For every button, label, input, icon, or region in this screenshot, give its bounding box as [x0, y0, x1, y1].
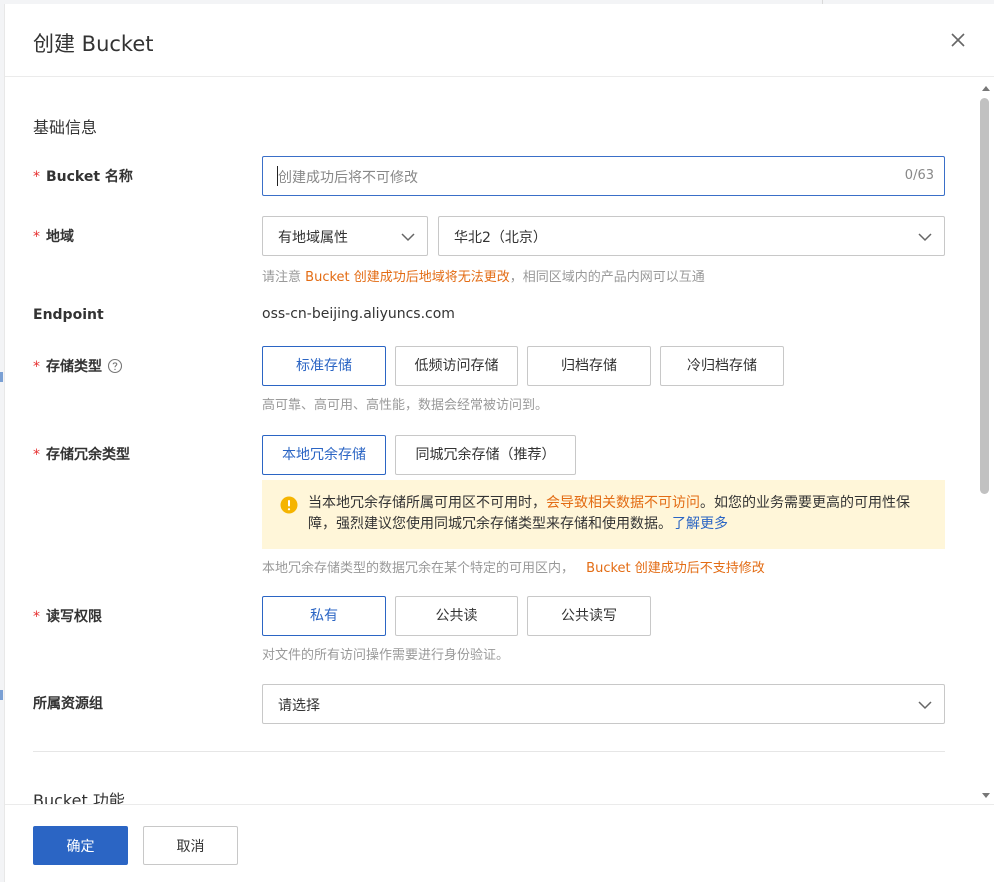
storage-class-option-cold-archive[interactable]: 冷归档存储 [660, 346, 784, 386]
acl-label: * 读写权限 [33, 609, 102, 625]
redundancy-hint: 本地冗余存储类型的数据冗余在某个特定的可用区内， Bucket 创建成功后不支持… [262, 561, 765, 576]
scroll-down-arrow-icon[interactable] [981, 790, 991, 800]
warning-icon [280, 496, 298, 514]
section-title-features: Bucket 功能 [33, 791, 125, 804]
dialog-footer: 确定 取消 [5, 804, 994, 882]
close-icon[interactable] [948, 30, 968, 50]
region-attribute-select[interactable]: 有地域属性 [262, 216, 428, 256]
help-circle-icon[interactable] [107, 358, 123, 374]
bucket-name-counter: 0/63 [904, 168, 934, 183]
dialog-header: 创建 Bucket [5, 4, 994, 77]
redundancy-notice: 当本地冗余存储所属可用区不可用时，会导致相关数据不可访问。如您的业务需要更高的可… [262, 480, 945, 549]
storage-class-option-standard[interactable]: 标准存储 [262, 346, 386, 386]
learn-more-link[interactable]: 了解更多 [672, 516, 728, 532]
resource-group-placeholder: 请选择 [278, 698, 320, 714]
resource-group-select[interactable]: 请选择 [262, 684, 945, 724]
storage-class-hint: 高可靠、高可用、高性能，数据会经常被访问到。 [262, 398, 549, 413]
bucket-name-input[interactable]: 创建成功后将不可修改 0/63 [262, 156, 945, 196]
region-value: 华北2（北京） [454, 230, 547, 246]
section-title-basic: 基础信息 [33, 118, 98, 137]
acl-option-public-read[interactable]: 公共读 [395, 596, 518, 636]
region-select[interactable]: 华北2（北京） [438, 216, 945, 256]
redundancy-option-zrs[interactable]: 同城冗余存储（推荐） [395, 435, 576, 475]
storage-class-option-archive[interactable]: 归档存储 [527, 346, 651, 386]
scrollbar-thumb[interactable] [980, 98, 989, 494]
scroll-up-arrow-icon[interactable] [981, 84, 991, 94]
redundancy-notice-text: 当本地冗余存储所属可用区不可用时，会导致相关数据不可访问。如您的业务需要更高的可… [308, 495, 910, 532]
acl-option-public-read-write[interactable]: 公共读写 [527, 596, 651, 636]
background-page-mark [0, 372, 3, 382]
chevron-down-icon [401, 233, 415, 242]
chevron-down-icon [918, 233, 932, 242]
bucket-name-label: * Bucket 名称 [33, 169, 133, 185]
background-page-mark [0, 690, 3, 700]
endpoint-label: Endpoint [33, 307, 104, 323]
confirm-button[interactable]: 确定 [33, 826, 128, 865]
redundancy-label: * 存储冗余类型 [33, 447, 130, 463]
section-divider [33, 751, 945, 752]
dialog-body: 基础信息 * Bucket 名称 创建成功后将不可修改 0/63 * 地域 有地域属… [5, 78, 994, 804]
region-attribute-value: 有地域属性 [278, 230, 348, 246]
bucket-name-placeholder: 创建成功后将不可修改 [278, 170, 418, 186]
storage-class-option-ia[interactable]: 低频访问存储 [395, 346, 518, 386]
create-bucket-dialog: 创建 Bucket 基础信息 * Bucket 名称 创建成功后将不可修改 0/6… [4, 4, 994, 882]
redundancy-option-lrs[interactable]: 本地冗余存储 [262, 435, 386, 475]
region-label: * 地域 [33, 229, 74, 245]
storage-class-label: * 存储类型 [33, 356, 123, 376]
acl-hint: 对文件的所有访问操作需要进行身份验证。 [262, 648, 510, 663]
resource-group-label: 所属资源组 [33, 696, 103, 712]
cancel-button[interactable]: 取消 [143, 826, 238, 865]
chevron-down-icon [918, 701, 932, 710]
acl-option-private[interactable]: 私有 [262, 596, 386, 636]
region-hint: 请注意 Bucket 创建成功后地域将无法更改，相同区域内的产品内网可以互通 [262, 270, 705, 285]
dialog-title: 创建 Bucket [33, 32, 154, 56]
endpoint-value: oss-cn-beijing.aliyuncs.com [262, 306, 455, 322]
